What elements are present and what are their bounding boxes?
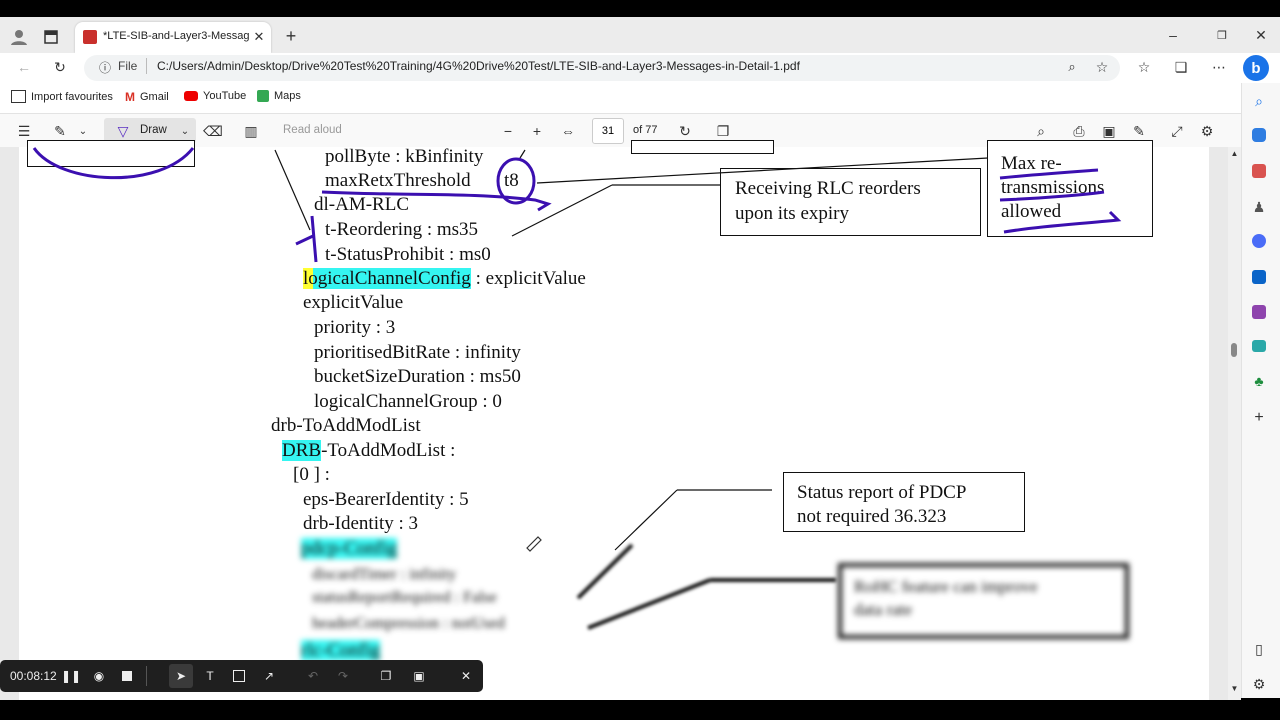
sidebar-designer-icon[interactable] [1252, 305, 1266, 319]
sidebar-send-icon[interactable] [1252, 340, 1266, 352]
undo-icon[interactable]: ↶ [305, 667, 321, 685]
sidebar-outlook-icon[interactable] [1252, 270, 1266, 284]
scroll-down-icon[interactable]: ▼ [1228, 682, 1241, 694]
sidebar-add-icon[interactable]: + [1250, 409, 1268, 427]
connector-line [519, 149, 526, 159]
copilot-icon[interactable]: b [1243, 55, 1269, 81]
redo-icon[interactable]: ↷ [335, 667, 351, 685]
ink-underline [999, 190, 1105, 202]
sidebar-tree-icon[interactable]: ♣ [1250, 372, 1268, 390]
copy-icon[interactable]: ❐ [378, 667, 394, 685]
record-icon[interactable]: ◉ [91, 667, 107, 685]
sidebar-settings-icon[interactable]: ⚙ [1250, 675, 1268, 693]
close-recorder-icon[interactable]: ✕ [458, 667, 474, 685]
scroll-up-icon[interactable]: ▲ [1228, 147, 1241, 159]
pdf-scrollbar[interactable]: ▲ ▼ [1228, 147, 1241, 700]
stop-icon[interactable] [122, 671, 132, 681]
pen-cursor-icon [526, 536, 542, 552]
sidebar-tools-icon[interactable] [1252, 164, 1266, 178]
pointer-icon[interactable]: ➤ [173, 667, 189, 685]
ink-curve [32, 147, 195, 180]
text-tool-icon[interactable]: T [202, 667, 218, 685]
screen-recorder-bar: 00:08:12 ❚❚ ◉ ➤ T ↗ ↶ ↷ ❐ ▣ ✕ [0, 660, 483, 692]
ink-underline-arrow [1003, 210, 1122, 234]
recording-time: 00:08:12 [10, 669, 57, 683]
ink-underline [999, 168, 1099, 180]
ink-bracket [295, 215, 318, 263]
connector-line [614, 489, 678, 551]
sidebar-copilot-icon[interactable] [1252, 234, 1266, 248]
pause-icon[interactable]: ❚❚ [61, 667, 81, 685]
close-window-icon[interactable]: ✕ [1251, 25, 1271, 45]
blurred-connectors [576, 543, 836, 630]
sidebar-search-icon[interactable]: ⌕ [1250, 92, 1268, 110]
rectangle-tool-icon[interactable] [233, 670, 245, 682]
scrollbar-thumb[interactable] [1231, 343, 1237, 357]
save-recording-icon[interactable]: ▣ [411, 667, 427, 685]
connector-line [511, 184, 613, 237]
annotation-layer [32, 147, 1122, 630]
toolbar-divider [146, 666, 147, 686]
sidebar-games-icon[interactable]: ♟ [1250, 198, 1268, 216]
sidebar-shopping-icon[interactable] [1252, 128, 1266, 142]
connector-line [536, 157, 989, 184]
arrow-tool-icon[interactable]: ↗ [261, 667, 277, 685]
ink-underline-arrow [321, 190, 552, 212]
screen-bottom-border [0, 700, 1280, 720]
sidebar-layout-icon[interactable]: ▯ [1250, 640, 1268, 658]
connector-line [274, 149, 311, 231]
